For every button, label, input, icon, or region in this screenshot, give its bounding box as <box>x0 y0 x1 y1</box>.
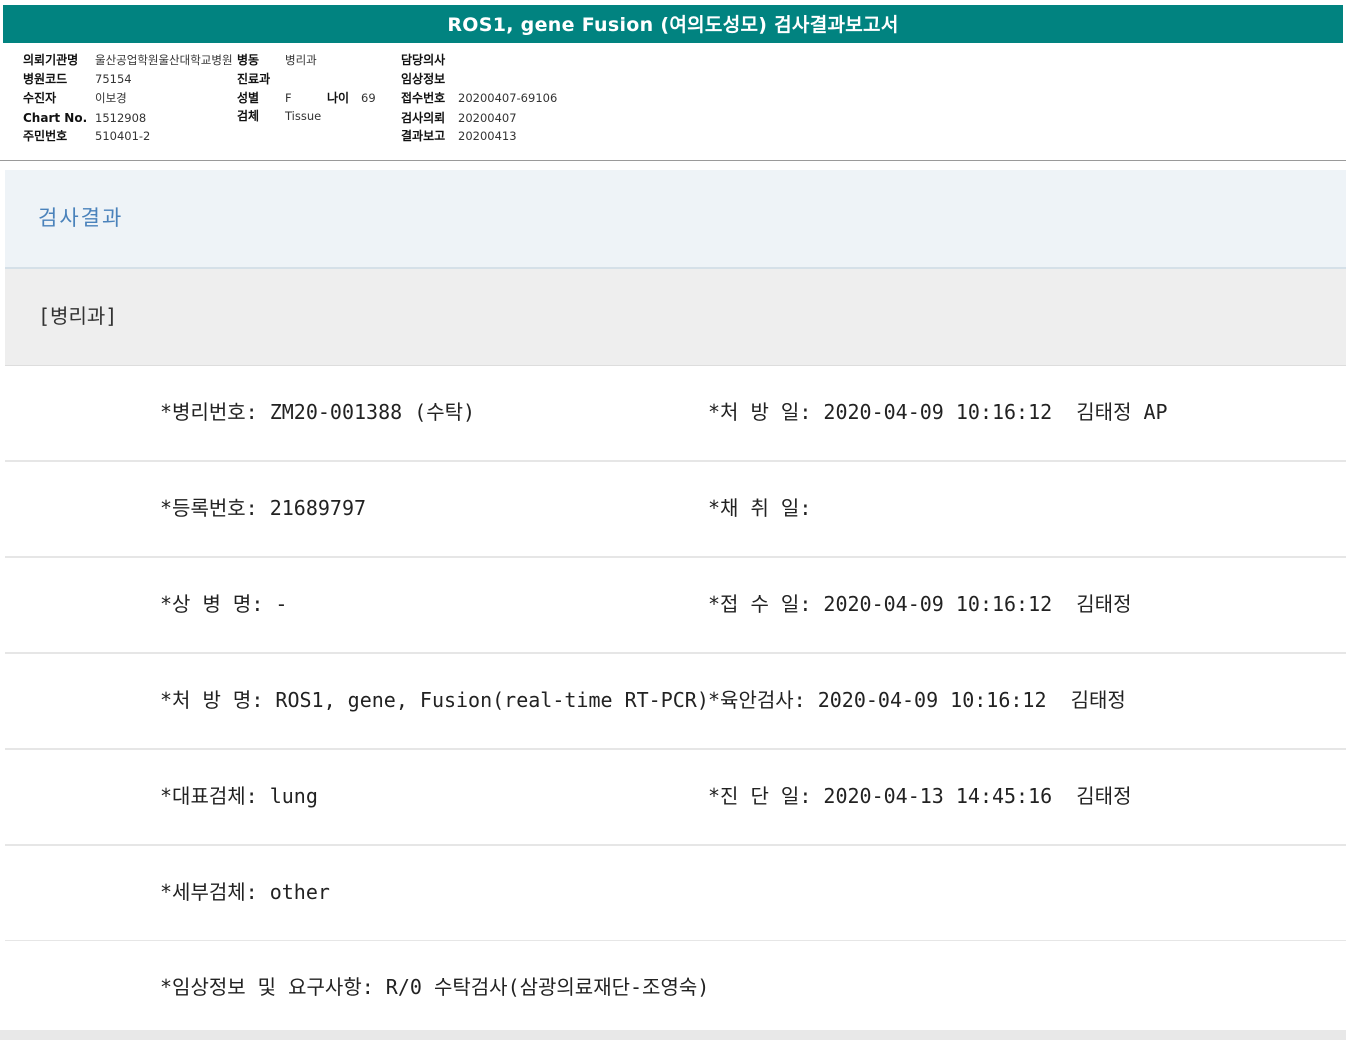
patient-info-header: 의뢰기관명 울산공업학원울산대학교병원 병동 병리과 담당의사 병원코드 751… <box>0 46 1346 161</box>
result-row: *처 방 명: ROS1, gene, Fusion(real-time RT-… <box>5 654 1346 750</box>
registration-number-field: *등록번호: 21689797 <box>160 496 367 520</box>
age-label: 나이 <box>327 91 350 105</box>
representative-specimen-field: *대표검체: lung <box>160 784 318 808</box>
sex-label: 성별 <box>237 91 260 105</box>
report-date-value: 20200413 <box>458 129 517 143</box>
age-value: 69 <box>361 91 376 105</box>
department-bar: [병리과] <box>5 269 1346 366</box>
ward-label: 병동 <box>237 53 260 67</box>
hospital-code-value: 75154 <box>95 72 132 86</box>
rrn-value: 510401-2 <box>95 129 151 143</box>
gross-exam-field: *육안검사: 2020-04-09 10:16:12 김태정 <box>708 688 1126 712</box>
prescription-name-field: *처 방 명: ROS1, gene, Fusion(real-time RT-… <box>160 688 709 712</box>
receipt-date-field: *접 수 일: 2020-04-09 10:16:12 김태정 <box>708 592 1132 616</box>
detailed-specimen-field: *세부검체: other <box>160 880 330 904</box>
result-row: *상 병 명: - *접 수 일: 2020-04-09 10:16:12 김태… <box>5 558 1346 654</box>
result-row: *세부검체: other <box>5 846 1346 942</box>
bottom-scroll-edge <box>0 1030 1346 1040</box>
clinical-info-label: 임상정보 <box>401 72 446 86</box>
chart-no-value: 1512908 <box>95 111 147 125</box>
request-date-value: 20200407 <box>458 111 517 125</box>
prescription-date-field: *처 방 일: 2020-04-09 10:16:12 김태정 AP <box>708 400 1168 424</box>
receipt-no-label: 접수번호 <box>401 91 446 105</box>
clinical-requirements-field: *임상정보 및 요구사항: R/0 수탁검사(삼광의료재단-조영숙) <box>160 975 710 999</box>
sex-value: F <box>285 91 292 105</box>
diagnosis-date-field: *진 단 일: 2020-04-13 14:45:16 김태정 <box>708 784 1132 808</box>
report-date-label: 결과보고 <box>401 129 446 143</box>
institution-value: 울산공업학원울산대학교병원 <box>95 53 233 67</box>
header-divider <box>0 160 1346 161</box>
dept-label: 진료과 <box>237 72 271 86</box>
result-row: *병리번호: ZM20-001388 (수탁) *처 방 일: 2020-04-… <box>5 366 1346 462</box>
chart-no-label: Chart No. <box>23 111 88 125</box>
ward-value: 병리과 <box>285 53 317 67</box>
report-title: ROS1, gene Fusion (여의도성모) 검사결과보고서 <box>3 5 1343 43</box>
rrn-label: 주민번호 <box>23 129 68 143</box>
diagnosis-name-field: *상 병 명: - <box>160 592 288 616</box>
result-row: *임상정보 및 요구사항: R/0 수탁검사(삼광의료재단-조영숙) <box>5 941 1346 1035</box>
specimen-value: Tissue <box>285 109 322 123</box>
collection-date-field: *채 취 일: <box>708 496 812 520</box>
hospital-code-label: 병원코드 <box>23 72 68 86</box>
patient-label: 수진자 <box>23 91 57 105</box>
pathology-number-field: *병리번호: ZM20-001388 (수탁) <box>160 400 476 424</box>
results-section-title: 검사결과 <box>38 206 124 230</box>
request-date-label: 검사의뢰 <box>401 111 446 125</box>
result-row: *등록번호: 21689797 *채 취 일: <box>5 462 1346 558</box>
institution-label: 의뢰기관명 <box>23 53 79 67</box>
result-row: *대표검체: lung *진 단 일: 2020-04-13 14:45:16 … <box>5 750 1346 846</box>
report-title-bar: ROS1, gene Fusion (여의도성모) 검사결과보고서 <box>0 0 1346 46</box>
patient-value: 이보경 <box>95 91 127 105</box>
receipt-no-value: 20200407-69106 <box>458 91 558 105</box>
results-section-header: 검사결과 <box>5 170 1346 269</box>
specimen-label: 검체 <box>237 109 260 123</box>
doctor-label: 담당의사 <box>401 53 446 67</box>
department-heading: [병리과] <box>38 304 118 328</box>
